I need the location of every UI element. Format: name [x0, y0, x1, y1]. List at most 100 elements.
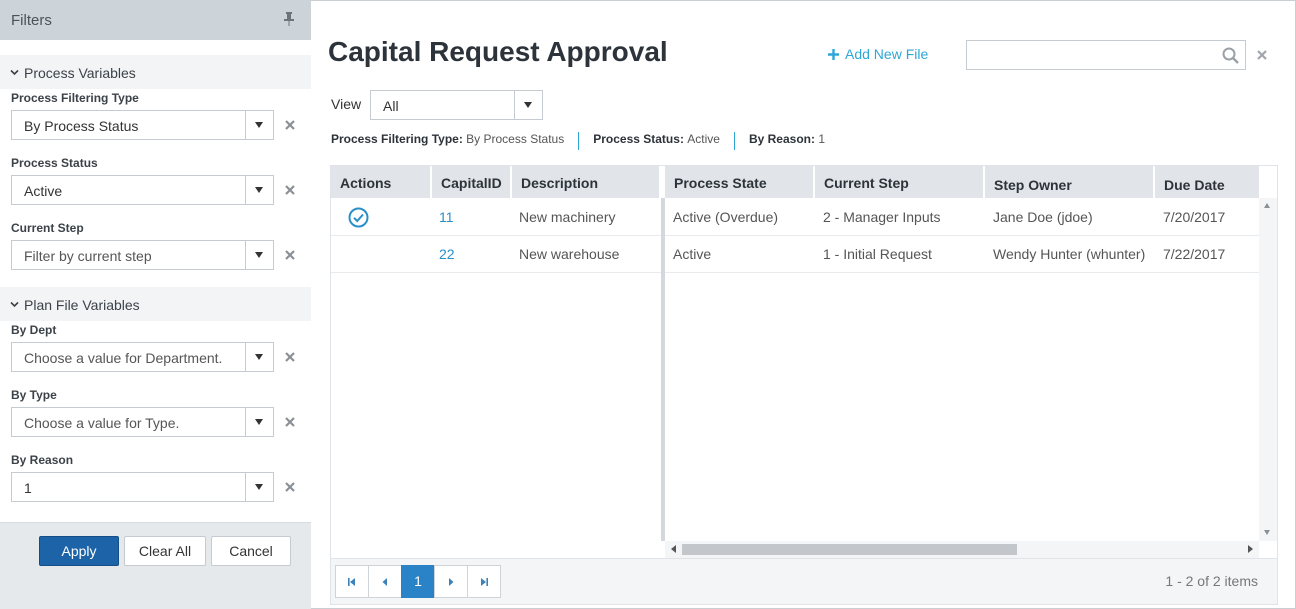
locked-column-splitter[interactable]	[661, 198, 665, 541]
table-row[interactable]: 22 New warehouse Active 1 - Initial Requ…	[331, 236, 1259, 273]
last-page-button[interactable]	[467, 565, 501, 598]
search-icon[interactable]	[1222, 47, 1239, 64]
process-state-cell: Active (Overdue)	[673, 209, 779, 225]
clear-current-step-icon[interactable]	[284, 249, 296, 261]
select-placeholder: Choose a value for Type.	[24, 415, 180, 431]
filters-panel: Filters Process Variables Process Filter…	[0, 0, 311, 609]
caret-down-icon	[255, 354, 263, 360]
caret-down-icon	[255, 419, 263, 425]
previous-page-button[interactable]	[368, 565, 402, 598]
next-page-icon	[449, 578, 454, 586]
dropdown-arrow-button[interactable]	[245, 473, 273, 501]
dropdown-arrow-button[interactable]	[245, 408, 273, 436]
select-value: By Process Status	[24, 118, 139, 134]
chevron-down-icon	[10, 69, 19, 76]
by-reason-select[interactable]: 1	[11, 472, 274, 502]
select-placeholder: Filter by current step	[24, 248, 152, 264]
caret-down-icon	[255, 484, 263, 490]
section-label: Plan File Variables	[24, 297, 140, 313]
due-date-cell: 7/22/2017	[1163, 246, 1226, 262]
pager: 1 1 - 2 of 2 items	[331, 558, 1277, 604]
select-value: Active	[24, 183, 63, 199]
description-cell: New machinery	[519, 209, 616, 225]
plus-icon	[828, 49, 839, 60]
column-header-process-state[interactable]: Process State	[665, 166, 815, 198]
applied-filter: Process Status: Active	[593, 132, 720, 146]
caret-down-icon	[255, 252, 263, 258]
scroll-left-icon[interactable]	[671, 545, 676, 553]
select-placeholder: Choose a value for Department.	[24, 350, 223, 366]
clear-search-icon[interactable]	[1256, 49, 1268, 61]
section-plan-file-variables[interactable]: Plan File Variables	[0, 287, 311, 321]
cancel-button[interactable]: Cancel	[211, 536, 291, 566]
horizontal-scrollbar[interactable]	[665, 541, 1259, 558]
first-page-icon	[348, 578, 355, 586]
field-label-process-filtering-type: Process Filtering Type	[11, 91, 139, 105]
column-header-due-date[interactable]: Due Date	[1155, 166, 1259, 198]
applied-filters-summary: Process Filtering Type: By Process Statu…	[331, 132, 825, 150]
column-header-step-owner[interactable]: Step Owner	[985, 166, 1155, 198]
column-header-current-step[interactable]: Current Step	[815, 166, 985, 198]
capitalid-link[interactable]: 22	[439, 246, 455, 262]
pin-icon[interactable]	[283, 12, 295, 26]
divider	[733, 132, 735, 150]
next-page-button[interactable]	[434, 565, 468, 598]
dropdown-arrow-button[interactable]	[245, 241, 273, 269]
dropdown-arrow-button[interactable]	[245, 343, 273, 371]
caret-down-icon	[255, 122, 263, 128]
section-label: Process Variables	[24, 65, 136, 81]
scroll-down-icon[interactable]	[1264, 530, 1270, 535]
process-state-cell: Active	[673, 246, 712, 262]
clear-by-dept-icon[interactable]	[284, 351, 296, 363]
current-step-cell: 2 - Manager Inputs	[823, 209, 941, 225]
field-label-by-dept: By Dept	[11, 323, 57, 337]
process-filtering-type-select[interactable]: By Process Status	[11, 110, 274, 140]
process-status-select[interactable]: Active	[11, 175, 274, 205]
clear-process-filtering-type-icon[interactable]	[284, 119, 296, 131]
view-label: View	[331, 96, 362, 112]
clear-by-type-icon[interactable]	[284, 416, 296, 428]
scrollbar-thumb[interactable]	[682, 544, 1017, 555]
view-select[interactable]: All	[370, 90, 543, 120]
filters-body: Process Variables Process Filtering Type…	[0, 40, 311, 522]
page-title: Capital Request Approval	[328, 36, 668, 67]
pager-info: 1 - 2 of 2 items	[1165, 573, 1258, 589]
dropdown-arrow-button[interactable]	[245, 111, 273, 139]
main-content: Capital Request Approval Add New File Vi…	[311, 0, 1296, 609]
column-header-description[interactable]: Description	[512, 166, 661, 198]
filters-footer: Apply Clear All Cancel	[0, 522, 311, 609]
scroll-right-icon[interactable]	[1248, 545, 1253, 553]
dropdown-arrow-button[interactable]	[245, 176, 273, 204]
scroll-up-icon[interactable]	[1264, 203, 1270, 208]
column-header-capitalid[interactable]: CapitalID	[432, 166, 512, 198]
filters-title: Filters	[11, 12, 52, 29]
caret-down-icon	[524, 102, 532, 108]
search-input[interactable]	[966, 40, 1246, 70]
section-process-variables[interactable]: Process Variables	[0, 55, 311, 89]
first-page-button[interactable]	[335, 565, 369, 598]
dropdown-arrow-button[interactable]	[514, 91, 542, 119]
column-header-actions[interactable]: Actions	[331, 166, 432, 198]
description-cell: New warehouse	[519, 246, 620, 262]
by-type-select[interactable]: Choose a value for Type.	[11, 407, 274, 437]
filters-header: Filters	[0, 0, 311, 40]
chevron-down-icon	[10, 301, 19, 308]
add-new-file-label: Add New File	[845, 46, 929, 62]
current-step-select[interactable]: Filter by current step	[11, 240, 274, 270]
current-step-cell: 1 - Initial Request	[823, 246, 932, 262]
current-page-button[interactable]: 1	[401, 565, 435, 598]
clear-process-status-icon[interactable]	[284, 184, 296, 196]
add-new-file-link[interactable]: Add New File	[828, 46, 928, 62]
step-owner-cell: Wendy Hunter (whunter)	[993, 246, 1146, 262]
by-dept-select[interactable]: Choose a value for Department.	[11, 342, 274, 372]
data-grid: Actions CapitalID Description Process St…	[330, 165, 1278, 605]
clear-all-button[interactable]: Clear All	[124, 536, 206, 566]
capitalid-link[interactable]: 11	[439, 209, 454, 225]
apply-button[interactable]: Apply	[39, 536, 119, 566]
vertical-scrollbar[interactable]	[1259, 198, 1277, 541]
clear-by-reason-icon[interactable]	[284, 481, 296, 493]
select-value: 1	[24, 480, 32, 496]
table-row[interactable]: 11 New machinery Active (Overdue) 2 - Ma…	[331, 198, 1259, 236]
check-circle-icon[interactable]	[348, 207, 369, 228]
applied-filter: By Reason: 1	[748, 132, 826, 146]
